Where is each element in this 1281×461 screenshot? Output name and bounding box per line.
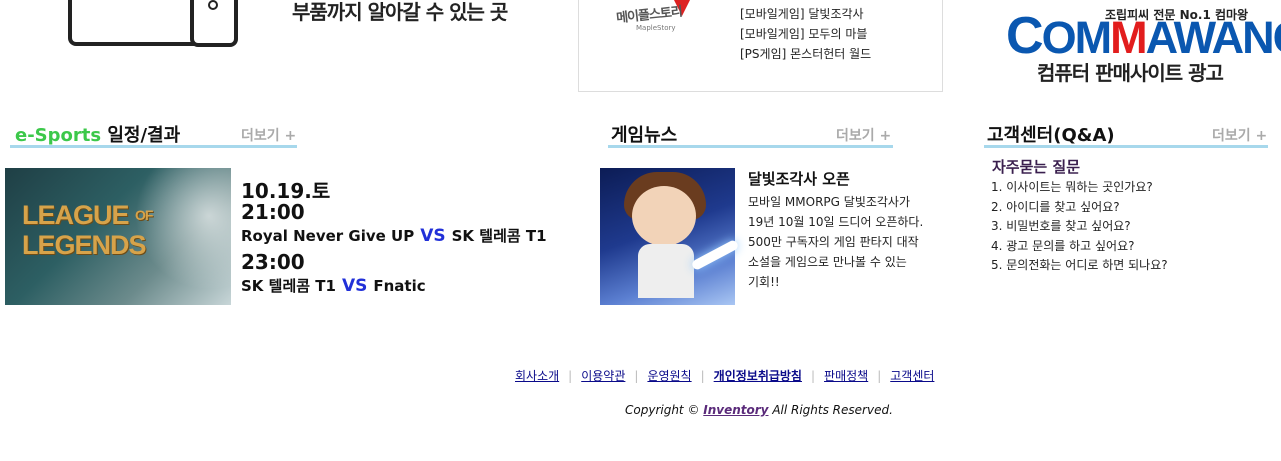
news-character-body	[638, 244, 694, 298]
support-section-title: 고객센터(Q&A)	[987, 125, 1115, 146]
copyright-prefix: Copyright ©	[625, 403, 704, 417]
lol-logo-league: LEAGUE	[22, 200, 130, 230]
team-b: Fnatic	[373, 277, 426, 295]
faq-item[interactable]: 5. 문의전화는 어디로 하면 되나요?	[991, 256, 1168, 276]
power-button-icon	[208, 0, 218, 10]
news-more-link[interactable]: 더보기 +	[836, 125, 891, 145]
footer-separator: |	[568, 369, 573, 383]
game-promo-item[interactable]: [모바일게임] 달빛조각사	[740, 4, 871, 24]
league-of-legends-logo: LEAGUE OF LEGENDS	[22, 200, 154, 260]
footer-separator: |	[700, 369, 705, 383]
faq-item[interactable]: 3. 비밀번호를 찾고 싶어요?	[991, 217, 1168, 237]
lol-logo-of: OF	[135, 207, 153, 223]
vs-label: VS	[420, 226, 446, 246]
match-row[interactable]: SK 텔레콤 T1 VS Fnatic	[241, 275, 426, 296]
commawang-logo-awang: AWANG	[1145, 12, 1281, 63]
news-summary-line: 모바일 MMORPG 달빛조각사가	[748, 195, 911, 209]
match-time: 23:00	[241, 250, 305, 274]
news-summary-line: 19년 10월 10일 드디어 오픈하다.	[748, 215, 924, 229]
news-summary-line: 소설을 게임으로 만나볼 수 있는	[748, 255, 907, 269]
match-time: 21:00	[241, 200, 305, 224]
news-divider	[608, 145, 893, 148]
footer-link-terms[interactable]: 이용약관	[581, 369, 625, 383]
footer-separator: |	[810, 369, 816, 383]
game-promo-item[interactable]: [모바일게임] 모두의 마블	[740, 24, 871, 44]
match-row[interactable]: Royal Never Give UP VS SK 텔레콤 T1	[241, 225, 547, 246]
copyright: Copyright © Inventory All Rights Reserve…	[625, 403, 893, 417]
news-headline[interactable]: 달빛조각사 오픈	[748, 168, 850, 189]
news-character-face	[632, 186, 696, 246]
maplestory-logo-sub: MapleStory	[636, 24, 676, 32]
footer-links: 회사소개 | 이용약관 | 운영원칙 | 개인정보취급방침 | 판매정책 | 고객센터	[515, 367, 934, 384]
vs-label: VS	[341, 276, 368, 296]
footer-link-privacy[interactable]: 개인정보취급방침	[714, 369, 802, 383]
support-divider	[984, 145, 1268, 148]
faq-title: 자주묻는 질문	[992, 158, 1081, 176]
faq-item[interactable]: 2. 아이디를 찾고 싶어요?	[991, 198, 1168, 218]
commawang-ad-text[interactable]: 컴퓨터 판매사이트 광고	[1037, 57, 1224, 86]
faq-item[interactable]: 1. 이사이트는 뭐하는 곳인가요?	[991, 178, 1168, 198]
footer-separator: |	[634, 369, 639, 383]
faq-list: 1. 이사이트는 뭐하는 곳인가요? 2. 아이디를 찾고 싶어요? 3. 비밀…	[991, 178, 1168, 276]
footer-link-sales[interactable]: 판매정책	[824, 369, 868, 383]
esports-divider	[10, 145, 297, 148]
monitor-icon	[68, 0, 208, 46]
team-a: SK 텔레콤 T1	[241, 277, 336, 295]
footer-link-company[interactable]: 회사소개	[515, 369, 559, 383]
news-summary-line: 기회!!	[748, 275, 780, 289]
copyright-suffix: All Rights Reserved.	[768, 403, 893, 417]
footer-link-policy[interactable]: 운영원칙	[647, 369, 691, 383]
esports-more-link[interactable]: 더보기 +	[241, 125, 296, 145]
footer-link-support[interactable]: 고객센터	[890, 369, 934, 383]
support-more-link[interactable]: 더보기 +	[1212, 125, 1267, 145]
esports-section-title: e-Sports 일정/결과	[15, 121, 180, 147]
team-b: SK 텔레콤 T1	[451, 227, 547, 245]
lol-logo-legends: LEGENDS	[22, 230, 147, 260]
news-section-title: 게임뉴스	[611, 125, 678, 146]
footer-separator: |	[877, 369, 882, 383]
commawang-logo-om: OM	[1041, 12, 1112, 63]
game-promo-item[interactable]: [PS게임] 몬스터헌터 월드	[740, 44, 871, 64]
news-summary-line: 500만 구독자의 게임 판타지 대작	[748, 235, 919, 249]
news-summary: 모바일 MMORPG 달빛조각사가 19년 10월 10일 드디어 오픈하다. …	[748, 192, 933, 292]
copyright-brand-link[interactable]: Inventory	[703, 403, 768, 417]
team-a: Royal Never Give UP	[241, 227, 415, 245]
esports-title-green: e-Sports	[15, 125, 102, 146]
esports-title-rest: 일정/결과	[101, 125, 181, 146]
game-promo-list: [모바일게임] 달빛조각사 [모바일게임] 모두의 마블 [PS게임] 몬스터헌…	[740, 4, 871, 64]
faq-item[interactable]: 4. 광고 문의를 하고 싶어요?	[991, 237, 1168, 257]
pc-banner-text[interactable]: 부품까지 알아갈 수 있는 곳	[292, 0, 508, 25]
commawang-logo-m: M	[1110, 12, 1147, 63]
